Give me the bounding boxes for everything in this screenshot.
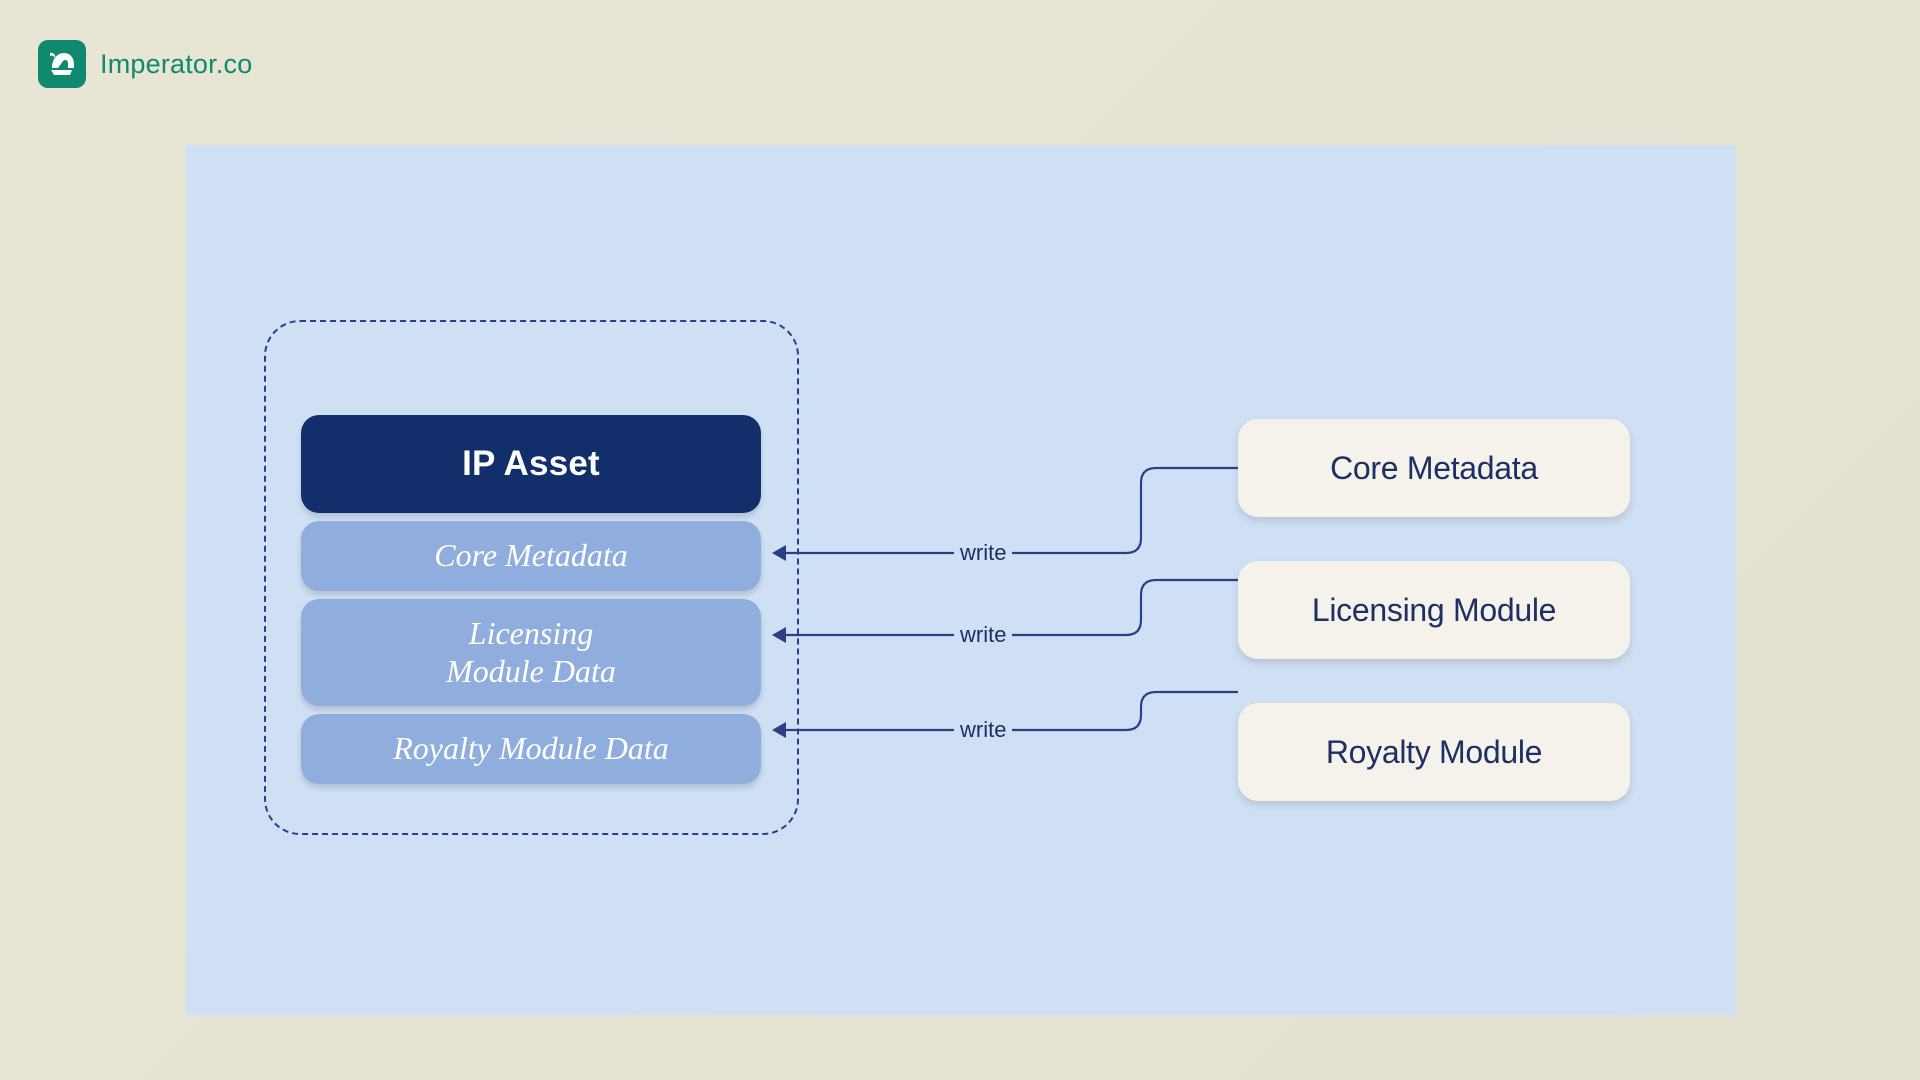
asset-row-core-metadata: Core Metadata bbox=[301, 521, 761, 591]
module-core-metadata: Core Metadata bbox=[1238, 419, 1630, 517]
arrow-left-icon bbox=[772, 627, 786, 643]
brand-name: Imperator.co bbox=[100, 49, 252, 80]
edge-label-core: write bbox=[954, 540, 1012, 566]
edge-label-licensing: write bbox=[954, 622, 1012, 648]
edge-label-royalty: write bbox=[954, 717, 1012, 743]
diagram-canvas: IP Asset Core Metadata Licensing Module … bbox=[186, 145, 1736, 1015]
ip-asset-header: IP Asset bbox=[301, 415, 761, 513]
arrow-left-icon bbox=[772, 545, 786, 561]
asset-row-licensing-data: Licensing Module Data bbox=[301, 599, 761, 707]
modules-column: Core Metadata Licensing Module Royalty M… bbox=[1238, 419, 1630, 801]
helmet-icon bbox=[46, 48, 78, 80]
ip-asset-stack: IP Asset Core Metadata Licensing Module … bbox=[301, 415, 761, 792]
brand-helmet-icon bbox=[38, 40, 86, 88]
arrow-left-icon bbox=[772, 722, 786, 738]
asset-row-royalty-data: Royalty Module Data bbox=[301, 714, 761, 784]
module-licensing: Licensing Module bbox=[1238, 561, 1630, 659]
module-royalty: Royalty Module bbox=[1238, 703, 1630, 801]
brand-lockup: Imperator.co bbox=[38, 40, 252, 88]
